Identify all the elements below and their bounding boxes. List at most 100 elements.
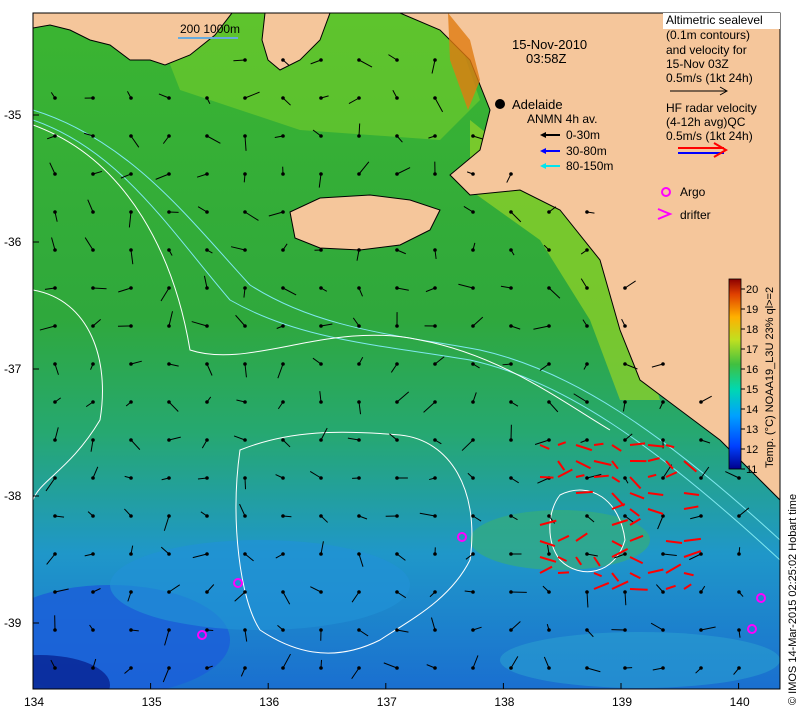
velocity-arrow-origin [281,172,285,176]
velocity-arrow-origin [357,590,361,594]
velocity-arrow-origin [243,248,247,252]
velocity-arrow-origin [129,362,133,366]
velocity-arrow-origin [205,172,209,176]
hf-radar-arrow [575,490,593,494]
velocity-arrow-origin [357,324,361,328]
velocity-arrow-origin [699,628,703,632]
velocity-arrow-origin [433,400,437,404]
velocity-arrow-origin [205,514,209,518]
velocity-arrow-origin [547,590,551,594]
velocity-arrow-origin [205,210,209,214]
velocity-arrow-origin [129,324,133,328]
credit-label: © IMOS 14-Mar-2015 02:25:02 Hobart time [787,494,799,705]
velocity-arrow-origin [243,324,247,328]
velocity-arrow-origin [661,666,665,670]
velocity-arrow-origin [623,400,627,404]
velocity-arrow-origin [509,552,513,556]
velocity-arrow-origin [471,476,475,480]
velocity-arrow-origin [585,590,589,594]
velocity-arrow-origin [509,400,513,404]
velocity-arrow-origin [357,248,361,252]
velocity-arrow-origin [91,476,95,480]
velocity-arrow-origin [205,400,209,404]
adelaide-marker [495,99,505,109]
velocity-arrow-origin [319,324,323,328]
velocity-arrow-origin [471,590,475,594]
velocity-arrow-origin [547,286,551,290]
velocity-arrow-origin [471,134,475,138]
velocity-arrow-origin [281,96,285,100]
velocity-arrow-origin [395,514,399,518]
date-label: 15-Nov-2010 [512,37,587,52]
velocity-arrow-origin [699,590,703,594]
velocity-arrow-origin [91,628,95,632]
velocity-arrow-origin [167,628,171,632]
y-tick-label: -35 [4,108,22,122]
velocity-arrow-origin [91,248,95,252]
velocity-arrow-origin [661,514,665,518]
velocity-arrow-origin [433,96,437,100]
velocity-arrow-origin [205,666,209,670]
velocity-arrow-origin [433,514,437,518]
velocity-arrow-origin [319,96,323,100]
velocity-arrow-origin [585,514,589,518]
hf-radar-arrow [539,476,554,479]
velocity-arrow-origin [243,286,247,290]
velocity-arrow-origin [319,438,323,442]
drifter-legend-label: drifter [680,208,711,222]
colorbar-tick-label: 11 [746,464,757,476]
velocity-arrow-origin [53,172,57,176]
velocity-arrow-origin [167,324,171,328]
velocity-arrow-origin [585,362,589,366]
velocity-arrow-origin [661,476,665,480]
velocity-arrow-origin [623,362,627,366]
velocity-arrow-origin [281,58,285,62]
velocity-arrow-origin [205,286,209,290]
velocity-arrow-origin [547,400,551,404]
cold-patch [500,632,780,688]
colorbar-label: Temp. (°C) NOAA19_L3U 23% ql>=2 [764,287,776,468]
velocity-arrow-origin [509,286,513,290]
velocity-arrow-origin [91,362,95,366]
hf-radar-arrow [593,442,604,446]
velocity-arrow-origin [471,324,475,328]
velocity-arrow-origin [395,134,399,138]
velocity-arrow-origin [395,552,399,556]
velocity-arrow-origin [281,248,285,252]
velocity-arrow-origin [623,590,627,594]
velocity-arrow-origin [205,362,209,366]
velocity-arrow-origin [547,210,551,214]
velocity-arrow-origin [205,134,209,138]
velocity-arrow-origin [281,438,285,442]
velocity-arrow-origin [433,476,437,480]
velocity-arrow-origin [547,628,551,632]
x-tick-label: 140 [730,695,750,709]
velocity-arrow-origin [243,476,247,480]
velocity-arrow-origin [319,514,323,518]
velocity-arrow-origin [585,476,589,480]
velocity-arrow-origin [471,248,475,252]
velocity-arrow-origin [585,210,589,214]
velocity-arrow-origin [433,248,437,252]
svg-text:and velocity for: and velocity for [666,43,747,57]
velocity-arrow-origin [357,552,361,556]
velocity-arrow-origin [395,476,399,480]
velocity-arrow-origin [91,514,95,518]
plot-area [33,13,780,689]
colorbar-tick-label: 13 [746,424,758,436]
colorbar-tick-label: 20 [746,284,758,296]
velocity-arrow-origin [623,552,627,556]
velocity-arrow-origin [357,666,361,670]
velocity-arrow-origin [395,286,399,290]
velocity-arrow-origin [471,362,475,366]
velocity-arrow-origin [167,552,171,556]
velocity-arrow-origin [699,476,703,480]
x-tick-label: 138 [494,695,514,709]
velocity-arrow-origin [167,666,171,670]
velocity-arrow-origin [53,362,57,366]
velocity-arrow-origin [471,172,475,176]
velocity-arrow-origin [129,514,133,518]
velocity-arrow-origin [243,172,247,176]
velocity-arrow-origin [53,96,57,100]
velocity-arrow-origin [433,628,437,632]
